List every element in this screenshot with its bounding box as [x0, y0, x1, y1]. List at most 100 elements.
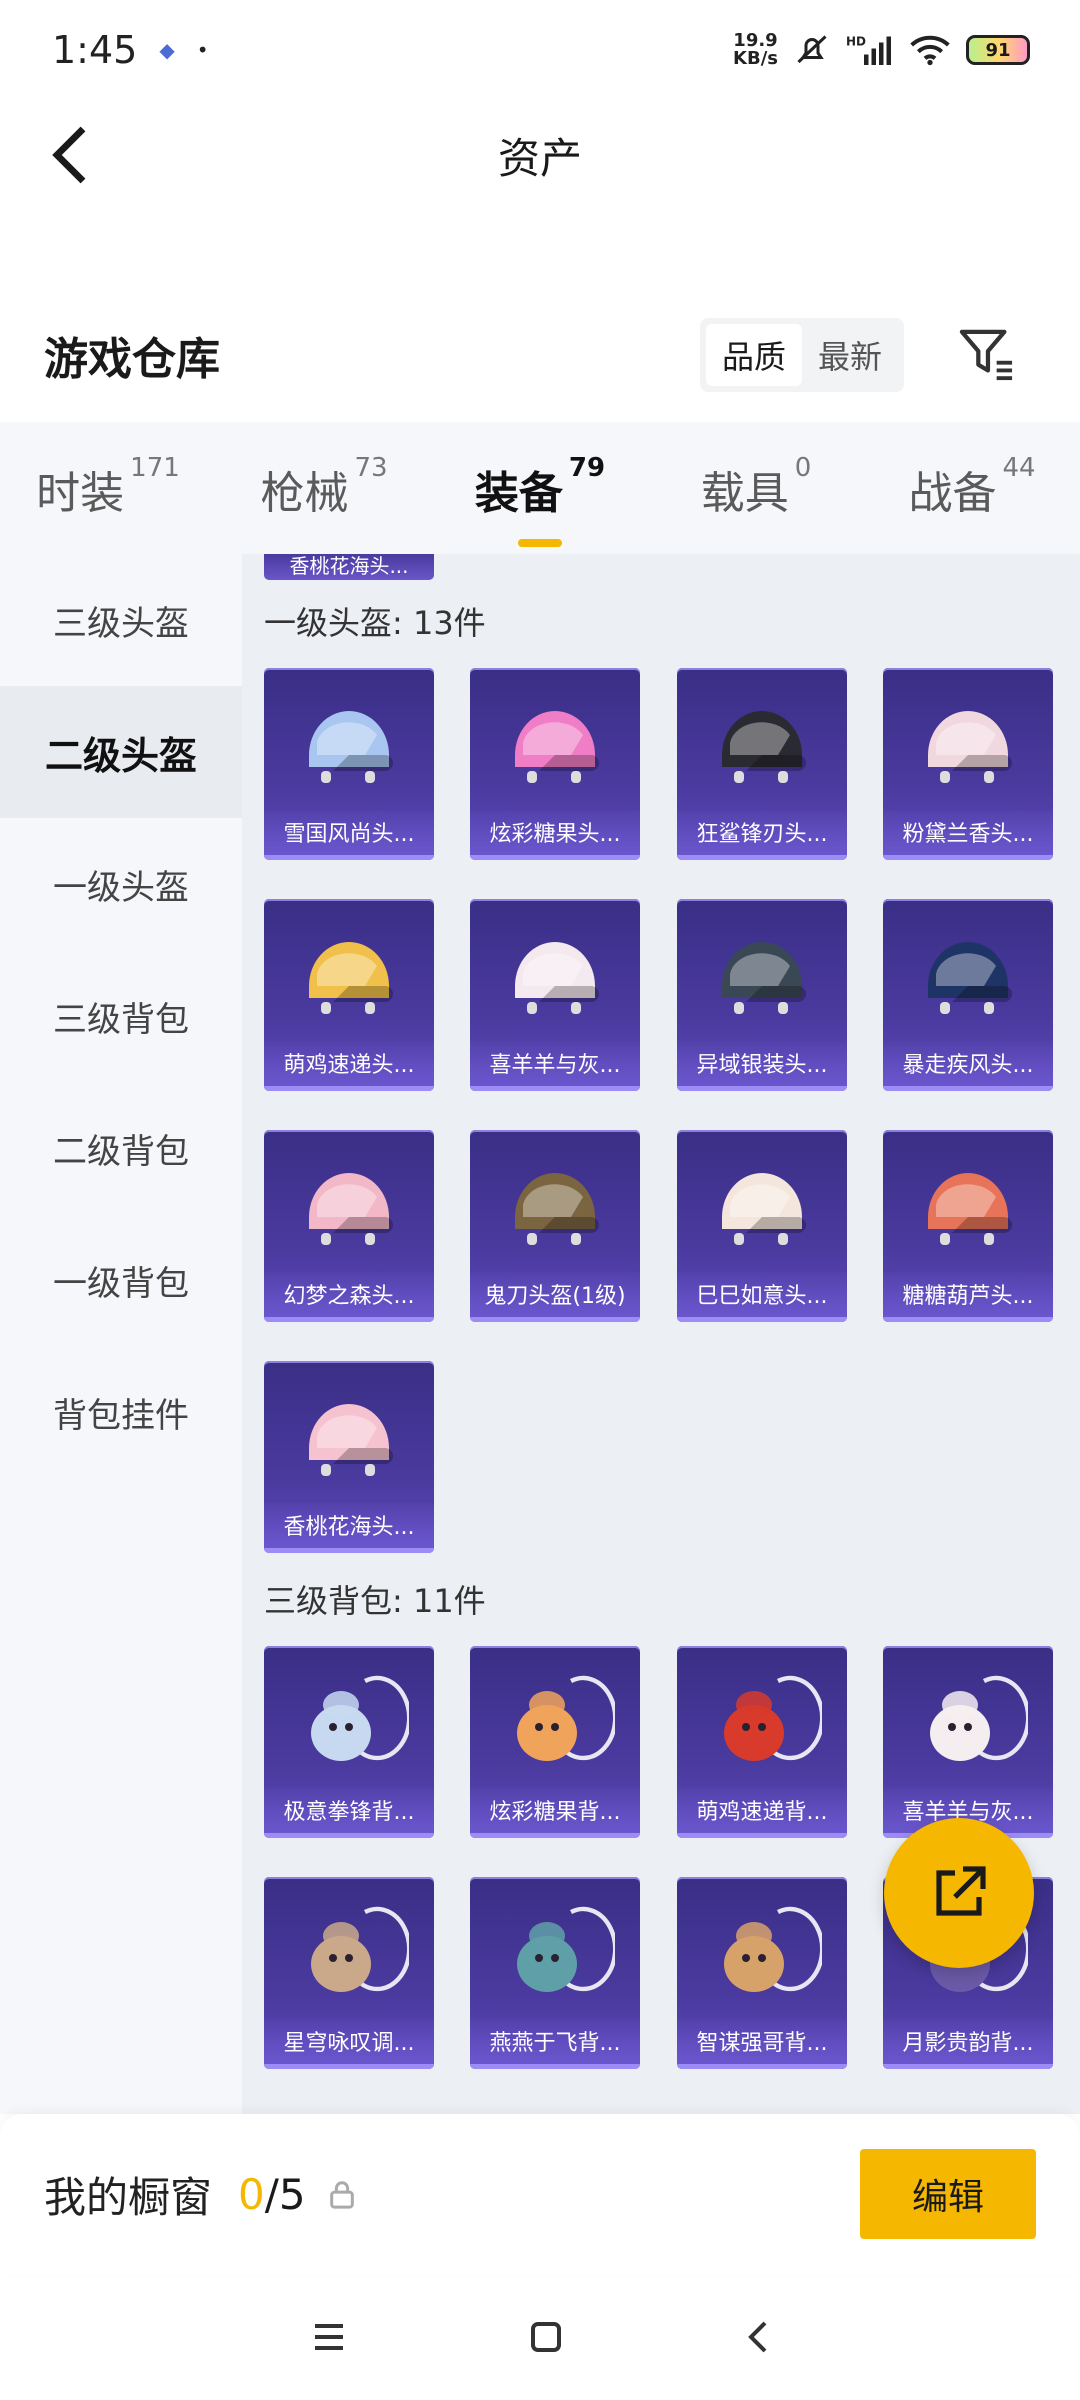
home-icon[interactable]: [529, 2320, 563, 2354]
system-nav-bar: [0, 2274, 1080, 2400]
showcase-count-total: /5: [264, 2169, 306, 2219]
item-card[interactable]: 炫彩糖果头...: [470, 668, 640, 860]
net-speed: 19.9 KB/s: [733, 32, 778, 68]
backpack-donut-icon: [470, 1656, 640, 1786]
sidebar-item-level1-helmet[interactable]: 一级头盔: [0, 818, 242, 950]
item-card[interactable]: 喜羊羊与灰...: [883, 1646, 1053, 1838]
item-card[interactable]: 燕燕于飞背...: [470, 1877, 640, 2069]
back-button[interactable]: [36, 120, 106, 190]
item-card[interactable]: 智谋强哥背...: [677, 1877, 847, 2069]
showcase-panel: 我的橱窗 0/5 编辑: [0, 2114, 1080, 2274]
app-header: 资产: [0, 100, 1080, 210]
item-card-bar: [470, 1833, 640, 1838]
item-card-bar: [677, 1833, 847, 1838]
item-card[interactable]: 雪国风尚头...: [264, 668, 434, 860]
item-card[interactable]: 鬼刀头盔(1级): [470, 1130, 640, 1322]
helmet-silver-icon: [677, 909, 847, 1039]
back-arrow-icon: [52, 126, 86, 184]
tab-count: 44: [1002, 453, 1036, 483]
item-card-label: 雪国风尚头...: [264, 810, 434, 860]
item-card[interactable]: 狂鲨锋刃头...: [677, 668, 847, 860]
item-card-label: 香桃花海头...: [264, 1503, 434, 1553]
item-card[interactable]: 幻梦之森头...: [264, 1130, 434, 1322]
helmet-yellow-icon: [264, 909, 434, 1039]
tab-fashion[interactable]: 时装 171: [0, 453, 216, 521]
helmet-gold-icon: [470, 1140, 640, 1270]
item-card-label: 狂鲨锋刃头...: [677, 810, 847, 860]
tab-equipment[interactable]: 装备 79: [432, 453, 648, 547]
item-card-label: 极意拳锋背...: [264, 1788, 434, 1838]
helmet-pink-icon: [470, 678, 640, 808]
tab-combat-gear[interactable]: 战备 44: [864, 453, 1080, 521]
item-card-partial[interactable]: 香桃花海头...: [264, 554, 434, 580]
item-card-bar: [677, 2064, 847, 2069]
backpack-tech-icon: [470, 1887, 640, 2017]
item-card[interactable]: 极意拳锋背...: [264, 1646, 434, 1838]
sidebar-item-level2-backpack[interactable]: 二级背包: [0, 1082, 242, 1214]
item-card-label: 鬼刀头盔(1级): [470, 1272, 640, 1322]
helmet-black-icon: [677, 678, 847, 808]
share-fab[interactable]: [884, 1818, 1034, 1968]
item-card-label: 异域银装头...: [677, 1041, 847, 1091]
helmet-navy-icon: [883, 909, 1053, 1039]
battery-icon: 91: [966, 35, 1030, 65]
item-card[interactable]: 萌鸡速递背...: [677, 1646, 847, 1838]
item-card[interactable]: 暴走疾风头...: [883, 899, 1053, 1091]
item-card-label: 智谋强哥背...: [677, 2019, 847, 2069]
filter-button[interactable]: [952, 320, 1022, 390]
tab-active-indicator: [518, 539, 562, 547]
edit-button[interactable]: 编辑: [860, 2149, 1036, 2239]
battery-level: 91: [985, 39, 1011, 61]
tab-weapons[interactable]: 枪械 73: [216, 453, 432, 521]
sidebar-item-level1-backpack[interactable]: 一级背包: [0, 1214, 242, 1346]
item-card-label: 喜羊羊与灰...: [470, 1041, 640, 1091]
dot-icon: •: [196, 38, 209, 62]
sidebar-item-level2-helmet[interactable]: 二级头盔: [0, 686, 242, 818]
sort-quality-button[interactable]: 品质: [705, 324, 802, 386]
item-card-label: 萌鸡速递背...: [677, 1788, 847, 1838]
sidebar-item-level3-backpack[interactable]: 三级背包: [0, 950, 242, 1082]
sort-newest-button[interactable]: 最新: [802, 324, 898, 386]
item-card[interactable]: 星穹咏叹调...: [264, 1877, 434, 2069]
tab-count: 79: [568, 453, 606, 483]
notification-icon: ◆: [159, 38, 175, 62]
item-card-bar: [470, 1317, 640, 1322]
item-card[interactable]: 炫彩糖果背...: [470, 1646, 640, 1838]
item-card[interactable]: 喜羊羊与灰...: [470, 899, 640, 1091]
item-card-label: 糖糖葫芦头...: [883, 1272, 1053, 1322]
item-card-bar: [883, 2064, 1053, 2069]
item-card[interactable]: 巳巳如意头...: [677, 1130, 847, 1322]
status-bar: 1:45 ◆ • 19.9 KB/s HD 91: [0, 0, 1080, 100]
item-card[interactable]: 异域银装头...: [677, 899, 847, 1091]
item-card-bar: [677, 855, 847, 860]
tab-count: 0: [794, 453, 812, 483]
helmet-sheep-icon: [470, 909, 640, 1039]
share-icon: [936, 1866, 986, 1916]
item-card-bar: [677, 1086, 847, 1091]
item-card-bar: [677, 1317, 847, 1322]
tab-vehicles[interactable]: 载具 0: [648, 453, 864, 521]
item-card-label: 炫彩糖果头...: [470, 810, 640, 860]
item-card[interactable]: 萌鸡速递头...: [264, 899, 434, 1091]
lock-icon: [329, 2181, 354, 2209]
item-card[interactable]: 粉黛兰香头...: [883, 668, 1053, 860]
item-card[interactable]: 香桃花海头...: [264, 1361, 434, 1553]
sort-toggle: 品质 最新: [699, 318, 904, 392]
menu-icon[interactable]: [311, 2322, 347, 2352]
nav-back-icon[interactable]: [745, 2319, 769, 2355]
item-card-bar: [264, 1317, 434, 1322]
helmet-white-icon: [883, 678, 1053, 808]
item-card-label: 星穹咏叹调...: [264, 2019, 434, 2069]
item-card[interactable]: 糖糖葫芦头...: [883, 1130, 1053, 1322]
backpack-bear-icon: [677, 1887, 847, 2017]
item-card-bar: [470, 1086, 640, 1091]
mute-bell-icon: [797, 35, 827, 64]
sidebar-item-backpack-charm[interactable]: 背包挂件: [0, 1346, 242, 1478]
page-title: 资产: [497, 133, 582, 183]
status-right: 19.9 KB/s HD 91: [733, 32, 1030, 68]
item-card-bar: [883, 1086, 1053, 1091]
tab-label: 载具: [700, 468, 789, 519]
tab-label: 装备: [474, 468, 563, 519]
backpack-sheep-icon: [883, 1656, 1053, 1786]
sidebar-item-level3-helmet[interactable]: 三级头盔: [0, 554, 242, 686]
